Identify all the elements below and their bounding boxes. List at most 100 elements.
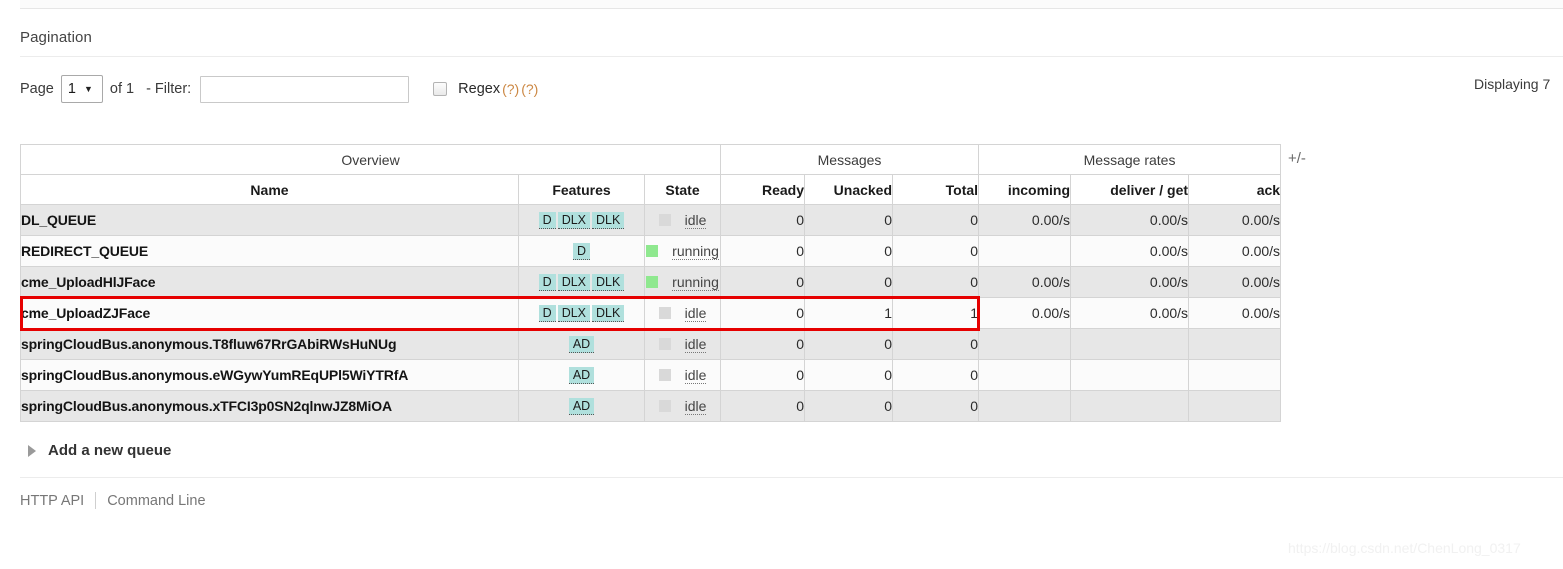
feature-badge[interactable]: DLX [557, 273, 591, 291]
column-header-ready[interactable]: Ready [720, 174, 806, 205]
add-new-queue-toggle[interactable]: Add a new queue [28, 442, 171, 459]
group-header-messages: Messages [720, 144, 980, 175]
table-row: DL_QUEUE D DLX DLK idle 0 0 0 0.00/s 0.00/s 0.00/s [20, 204, 1282, 236]
queue-unacked-cell: 0 [804, 235, 894, 267]
status-badge[interactable]: idle [684, 398, 707, 415]
status-badge[interactable]: idle [684, 336, 707, 353]
table-head: Overview Messages Message rates Name Fea… [19, 144, 1282, 205]
status-indicator-icon [646, 245, 659, 257]
queue-features-cell: AD [518, 328, 645, 360]
state-inner: running [645, 243, 720, 260]
queue-unacked-cell: 1 [804, 297, 894, 329]
queue-total-cell: 0 [892, 359, 980, 391]
status-badge[interactable]: running [672, 243, 719, 260]
column-toggle-link[interactable]: +/- [1288, 150, 1306, 167]
regex-checkbox[interactable] [433, 82, 448, 96]
regex-label: Regex [458, 81, 501, 97]
filter-input[interactable] [200, 75, 410, 103]
page-select[interactable]: 1 ▼ [60, 75, 103, 103]
queue-state-cell: idle [643, 328, 722, 360]
queue-incoming-rate-cell [978, 328, 1072, 360]
queue-ack-rate-cell [1188, 359, 1282, 391]
footer-divider [20, 477, 1563, 478]
feature-badge[interactable]: D [538, 273, 556, 291]
feature-badge[interactable]: AD [568, 366, 595, 384]
queue-total-cell: 0 [892, 390, 980, 422]
column-header-state: State [643, 174, 722, 205]
column-header-deliver-get[interactable]: deliver / get [1070, 174, 1190, 205]
feature-badge[interactable]: AD [568, 397, 595, 415]
table-row: REDIRECT_QUEUE Drunning 0 0 0 0.00/s 0.00/s [20, 235, 1282, 267]
page-select-value: 1 [67, 81, 76, 97]
footer-separator [95, 492, 97, 509]
queue-unacked-cell: 0 [804, 359, 894, 391]
top-divider [20, 0, 1563, 9]
pagination-heading: Pagination [20, 29, 92, 46]
queue-ready-cell: 0 [720, 235, 806, 267]
status-indicator-icon [658, 307, 671, 319]
queue-incoming-rate-cell: 0.00/s [978, 204, 1072, 236]
queue-deliver-get-rate-cell [1070, 390, 1190, 422]
add-new-queue-label: Add a new queue [48, 442, 172, 459]
table-row: cme_UploadZJFace D DLX DLK idle 0 1 1 0.00/s 0.00… [20, 297, 1282, 329]
status-badge[interactable]: running [672, 274, 719, 291]
queue-name-cell[interactable]: DL_QUEUE [20, 204, 519, 236]
status-indicator-icon [658, 214, 671, 226]
regex-control: Regex (?) (?) [433, 81, 538, 97]
queue-ack-rate-cell [1188, 328, 1282, 360]
feature-badge[interactable]: D [538, 211, 556, 229]
status-indicator-icon [646, 276, 659, 288]
table-row: springCloudBus.anonymous.eWGywYumREqUPl5… [20, 359, 1282, 391]
column-header-total[interactable]: Total [892, 174, 980, 205]
queues-table: Overview Messages Message rates Name Fea… [19, 144, 1282, 422]
column-header-ack[interactable]: ack [1188, 174, 1282, 205]
queue-incoming-rate-cell [978, 235, 1072, 267]
column-header-unacked[interactable]: Unacked [804, 174, 894, 205]
group-header-row: Overview Messages Message rates [19, 144, 1282, 175]
feature-badge[interactable]: DLX [557, 304, 591, 322]
queue-total-cell: 0 [892, 266, 980, 298]
http-api-link[interactable]: HTTP API [20, 493, 84, 509]
help-link-2[interactable]: (?) [521, 81, 538, 97]
queue-total-cell: 0 [892, 235, 980, 267]
queue-ready-cell: 0 [720, 266, 806, 298]
queue-state-cell: running [643, 266, 722, 298]
queue-name-cell[interactable]: springCloudBus.anonymous.xTFCI3p0SN2qlnw… [20, 390, 519, 422]
queue-features-cell: D [518, 235, 645, 267]
queue-deliver-get-rate-cell [1070, 328, 1190, 360]
feature-badge[interactable]: DLK [592, 211, 625, 229]
help-link-1[interactable]: (?) [502, 81, 519, 97]
queue-state-cell: idle [643, 390, 722, 422]
feature-badge[interactable]: D [538, 304, 556, 322]
chevron-down-icon: ▼ [83, 83, 93, 94]
queue-total-cell: 1 [892, 297, 980, 329]
command-line-link[interactable]: Command Line [107, 493, 205, 509]
feature-badge[interactable]: DLK [592, 304, 625, 322]
queue-name-cell[interactable]: springCloudBus.anonymous.T8fluw67RrGAbiR… [20, 328, 519, 360]
queue-ack-rate-cell: 0.00/s [1188, 266, 1282, 298]
feature-badge[interactable]: AD [568, 335, 595, 353]
table-row: springCloudBus.anonymous.T8fluw67RrGAbiR… [20, 328, 1282, 360]
column-header-name[interactable]: Name [20, 174, 519, 205]
status-badge[interactable]: idle [684, 212, 707, 229]
queue-name-cell[interactable]: cme_UploadZJFace [20, 297, 519, 329]
displaying-count: Displaying 7 [1474, 76, 1551, 92]
status-badge[interactable]: idle [684, 305, 707, 322]
pagination-controls: Page 1 ▼ of 1 - Filter: Regex (?) (?) [20, 74, 538, 104]
table-row: cme_UploadHlJFace D DLX DLK running 0 0 0 0.00/s… [20, 266, 1282, 298]
feature-badge[interactable]: DLK [592, 273, 625, 291]
queue-features-cell: AD [518, 390, 645, 422]
page-count-label: of 1 [109, 81, 135, 97]
feature-badge[interactable]: DLX [557, 211, 591, 229]
column-header-incoming[interactable]: incoming [978, 174, 1072, 205]
state-inner: idle [645, 367, 720, 384]
queue-name-cell[interactable]: cme_UploadHlJFace [20, 266, 519, 298]
queue-incoming-rate-cell: 0.00/s [978, 297, 1072, 329]
queue-name-cell[interactable]: springCloudBus.anonymous.eWGywYumREqUPl5… [20, 359, 519, 391]
state-inner: idle [645, 212, 720, 229]
queue-name-cell[interactable]: REDIRECT_QUEUE [20, 235, 519, 267]
queue-total-cell: 0 [892, 204, 980, 236]
queue-deliver-get-rate-cell [1070, 359, 1190, 391]
feature-badge[interactable]: D [572, 242, 591, 260]
status-badge[interactable]: idle [684, 367, 707, 384]
